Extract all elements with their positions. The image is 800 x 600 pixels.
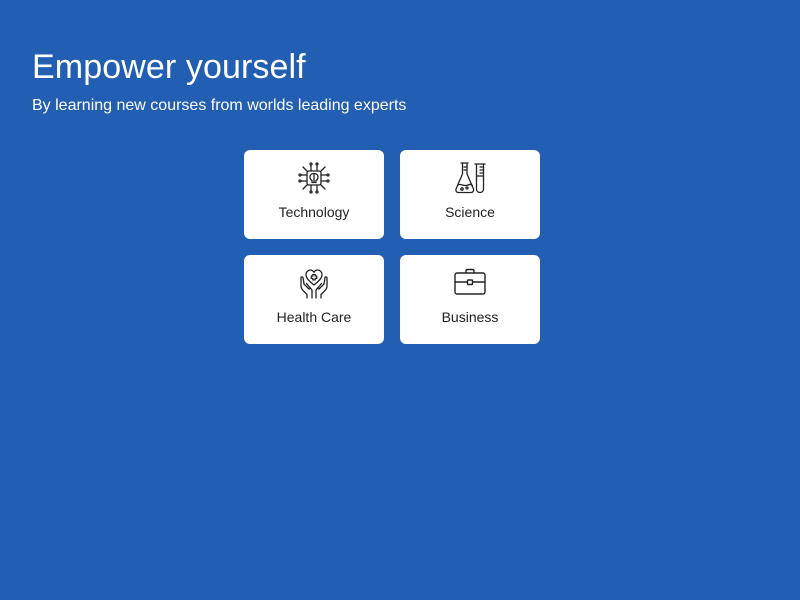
page-subtitle: By learning new courses from worlds lead… [32, 97, 407, 114]
hands-heart-icon [297, 266, 331, 300]
category-card-technology[interactable]: Technology [244, 150, 384, 239]
category-label: Technology [278, 204, 350, 220]
flask-test-tube-icon [453, 161, 487, 195]
category-card-science[interactable]: Science [400, 150, 540, 239]
category-label: Health Care [276, 309, 352, 325]
briefcase-icon [453, 266, 487, 300]
category-card-business[interactable]: Business [400, 255, 540, 344]
category-label: Business [441, 309, 499, 325]
chip-brain-icon [297, 161, 331, 195]
category-card-health-care[interactable]: Health Care [244, 255, 384, 344]
page-title: Empower yourself [32, 48, 306, 86]
category-label: Science [445, 204, 495, 220]
category-grid: Technology Science Health Care Business [244, 150, 540, 344]
